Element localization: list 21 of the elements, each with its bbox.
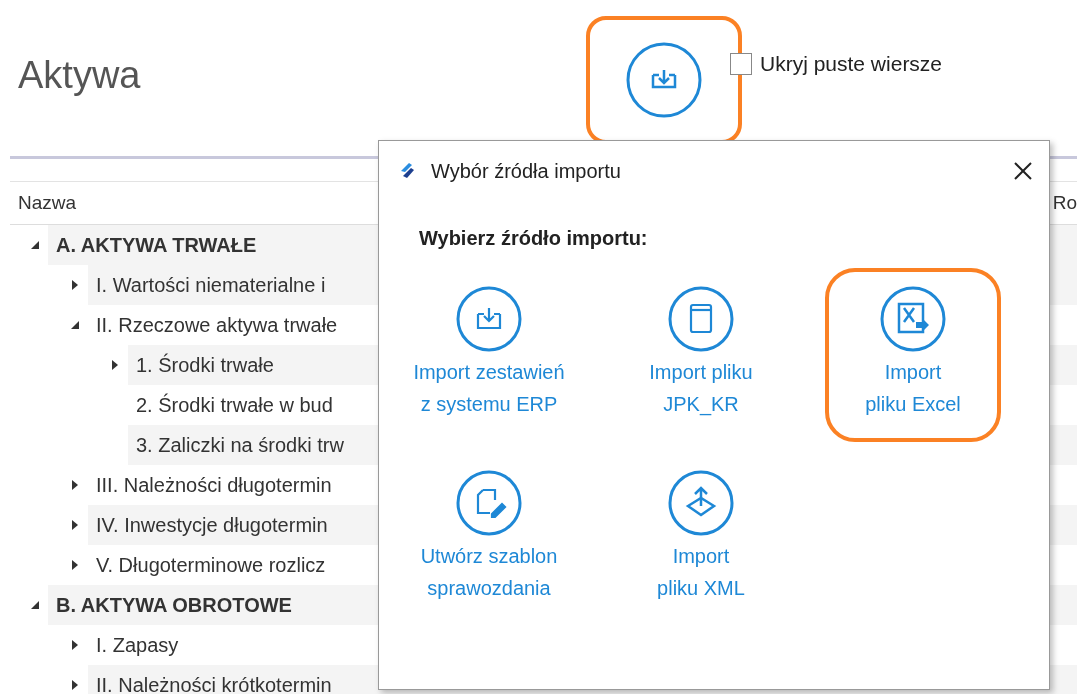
- collapse-icon[interactable]: [69, 319, 81, 331]
- dialog-title: Wybór źródła importu: [431, 159, 622, 183]
- import-option[interactable]: Import pliku Excel: [825, 268, 1001, 442]
- column-header[interactable]: Nazwa: [10, 192, 77, 214]
- dialog-heading: Wybierz źródło importu:: [419, 227, 649, 250]
- collapse-icon[interactable]: [29, 599, 41, 611]
- import-option[interactable]: Utwórz szablon sprawozdania: [394, 452, 584, 626]
- upload-icon: [668, 470, 734, 536]
- import-option[interactable]: Import zestawień z systemu ERP: [394, 268, 584, 442]
- import-option[interactable]: Import pliku JPK_KR: [606, 268, 796, 442]
- edit-document-icon: [456, 470, 522, 536]
- collapse-icon[interactable]: [29, 239, 41, 251]
- close-icon: [1013, 161, 1033, 181]
- spreadsheet-icon: [880, 286, 946, 352]
- checkbox-label: Ukryj puste wiersze: [760, 52, 943, 76]
- document-icon: [668, 286, 734, 352]
- import-icon: [626, 42, 702, 118]
- checkbox[interactable]: [730, 53, 752, 75]
- page-title: Aktywa: [18, 53, 142, 97]
- import-tray-icon: [456, 286, 522, 352]
- import-option[interactable]: Import pliku XML: [606, 452, 796, 626]
